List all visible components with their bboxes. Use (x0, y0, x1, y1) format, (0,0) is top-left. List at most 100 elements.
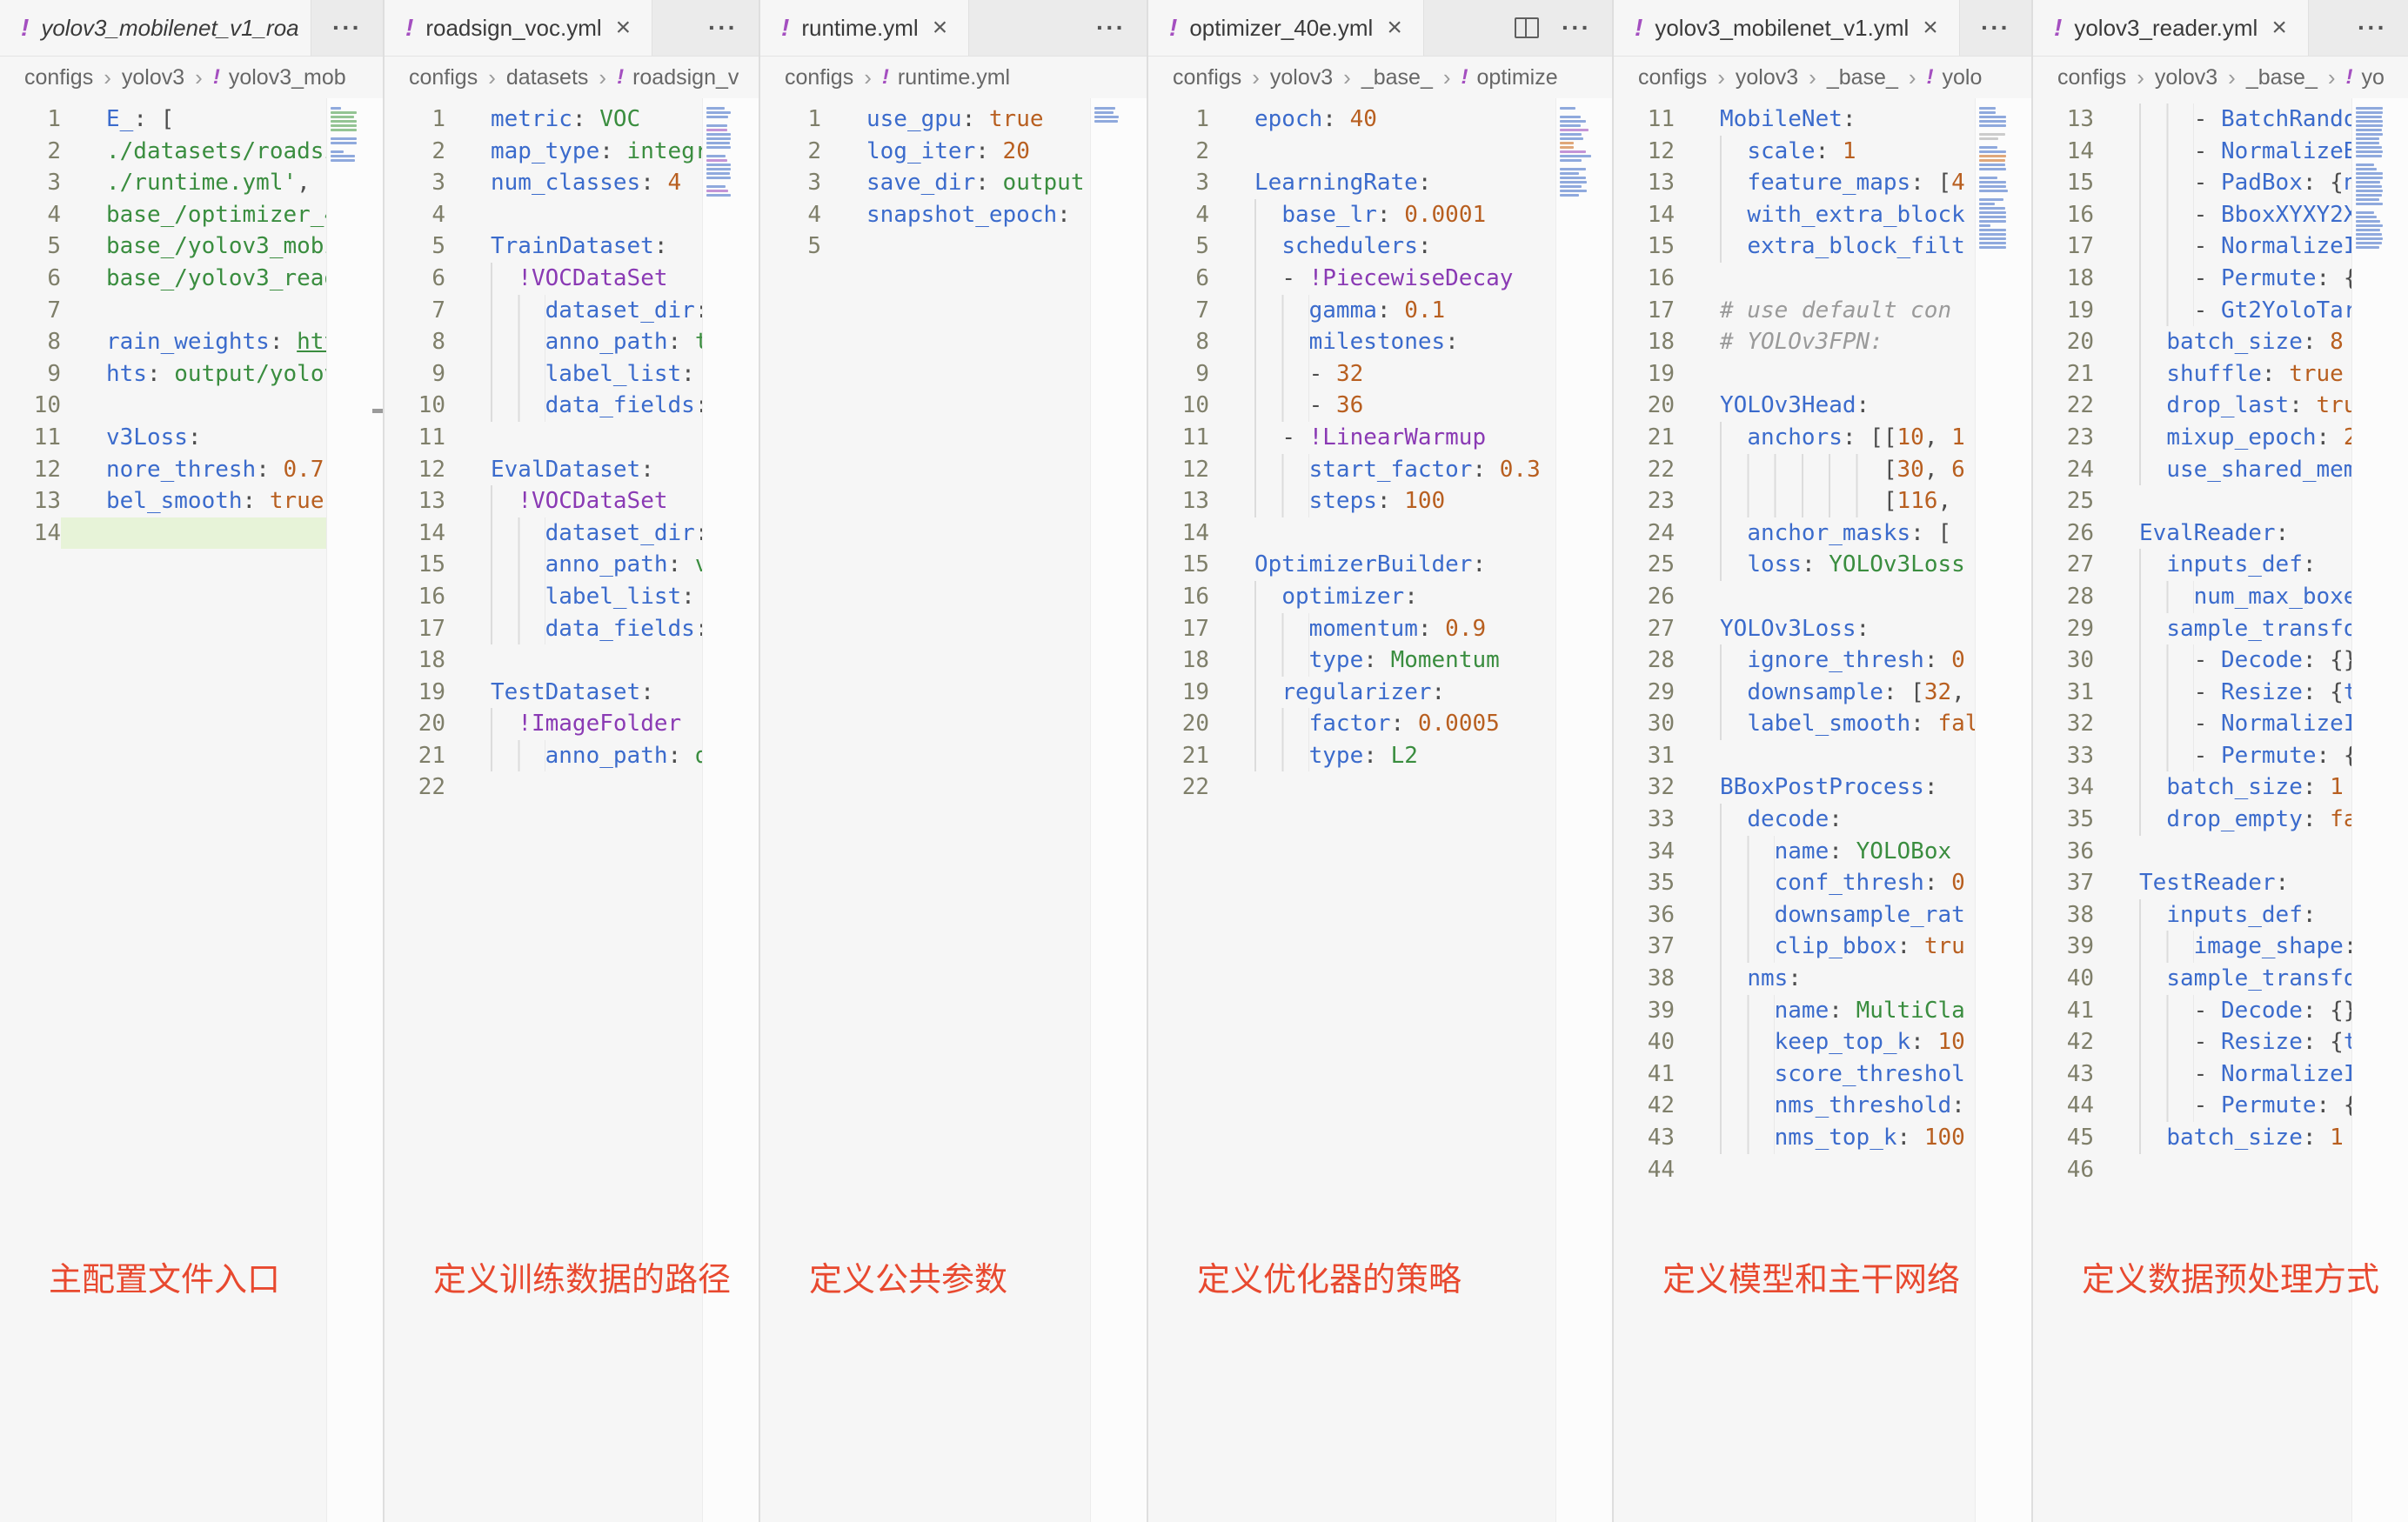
minimap-line (1560, 194, 1579, 197)
more-actions-icon[interactable]: ··· (332, 14, 362, 42)
token: { (2330, 679, 2344, 705)
minimap[interactable] (702, 98, 759, 1522)
minimap[interactable] (1090, 98, 1147, 1522)
line-number: 40 (2033, 963, 2094, 995)
indent-guide (2139, 804, 2166, 836)
tab-runtime[interactable]: !runtime.yml× (760, 0, 969, 56)
breadcrumb-item[interactable]: configs (24, 65, 93, 90)
line-number: 16 (1614, 263, 1675, 295)
breadcrumb-file[interactable]: yolov3_mob (229, 65, 346, 90)
token: schedulers (1281, 233, 1418, 259)
breadcrumb-file[interactable]: yo (2362, 65, 2385, 90)
token: gamma (1309, 297, 1377, 324)
tab-yolov3-reader[interactable]: !yolov3_reader.yml× (2033, 0, 2309, 56)
token: true (270, 488, 324, 514)
minimap-line (1979, 242, 2006, 244)
line-text: map_type: integr (445, 136, 702, 168)
code-line: 8rain_weights: htt (0, 326, 326, 358)
minimap[interactable] (1555, 98, 1612, 1522)
more-actions-icon[interactable]: ··· (2358, 14, 2387, 42)
token: : (1377, 202, 1404, 228)
line-text (2094, 485, 2351, 517)
breadcrumb-file[interactable]: optimize (1477, 65, 1558, 90)
code-area[interactable]: 1metric: VOC2map_type: integr3num_classe… (385, 98, 702, 1522)
breadcrumb-item[interactable]: configs (2057, 65, 2126, 90)
breadcrumb-item[interactable]: yolov3 (1736, 65, 1798, 90)
minimap-line (331, 111, 357, 114)
breadcrumb-file[interactable]: roadsign_v (632, 65, 739, 90)
tab-roadsign-voc[interactable]: !roadsign_voc.yml× (385, 0, 652, 56)
token: : (654, 233, 668, 259)
breadcrumb-item[interactable]: _base_ (1361, 65, 1433, 90)
line-text: anchors: [[10, 1 (1675, 422, 1975, 454)
minimap-line (1560, 198, 1612, 201)
breadcrumb-file[interactable]: yolo (1943, 65, 1983, 90)
breadcrumb-item[interactable]: configs (785, 65, 853, 90)
tab-yolov3-mobilenet-v1-roadsign[interactable]: !yolov3_mobilenet_v1_roa (0, 0, 311, 56)
indent-guide (2139, 581, 2194, 613)
code-line: 29 sample_transform (2033, 613, 2351, 645)
code-area[interactable]: 1E_: [2./datasets/roadsi3./runtime.yml',… (0, 98, 326, 1522)
code-area[interactable]: 1use_gpu: true2log_iter: 203save_dir: ou… (760, 98, 1090, 1522)
code-line: 39 name: MultiCla (1614, 995, 1975, 1027)
breadcrumb-item[interactable]: datasets (506, 65, 589, 90)
breadcrumb-item[interactable]: configs (1173, 65, 1241, 90)
minimap[interactable] (326, 98, 383, 1522)
minimap-line (706, 194, 731, 197)
token: with_extra_block (1747, 202, 1964, 228)
minimap-line (1979, 129, 2031, 131)
minimap-line (1979, 198, 2003, 201)
token: score_threshol (1775, 1061, 1965, 1087)
token: : (695, 297, 702, 324)
code-area[interactable]: 1epoch: 4023LearningRate:4 base_lr: 0.00… (1148, 98, 1555, 1522)
code-line: 35 drop_empty: fals (2033, 804, 2351, 836)
breadcrumb-item[interactable]: yolov3 (1270, 65, 1333, 90)
sash-handle[interactable] (372, 409, 385, 413)
code-line: 37 clip_bbox: tru (1614, 931, 1975, 963)
breadcrumb-file[interactable]: runtime.yml (898, 65, 1010, 90)
close-icon[interactable]: × (933, 13, 948, 43)
line-number: 2 (385, 136, 445, 168)
token: : (147, 361, 174, 387)
code-area[interactable]: 13 - BatchRandomR14 - NormalizeBox15 - P… (2033, 98, 2351, 1522)
breadcrumb-item[interactable]: configs (409, 65, 478, 90)
line-text: MobileNet: (1675, 103, 1975, 136)
line-number: 31 (2033, 677, 2094, 709)
more-actions-icon[interactable]: ··· (708, 14, 738, 42)
split-editor-icon[interactable] (1515, 17, 1539, 38)
code-line: 17 - NormalizeIma (2033, 230, 2351, 263)
more-actions-icon[interactable]: ··· (1981, 14, 2010, 42)
close-icon[interactable]: × (2271, 13, 2287, 43)
breadcrumb-item[interactable]: yolov3 (122, 65, 184, 90)
token: data_fields (545, 392, 695, 418)
code-line: 4 base_lr: 0.0001 (1148, 199, 1555, 231)
token: 0.0005 (1418, 711, 1500, 737)
breadcrumb-item[interactable]: _base_ (2246, 65, 2318, 90)
token: integr (627, 138, 702, 164)
code-line: 27YOLOv3Loss: (1614, 613, 1975, 645)
breadcrumb-item[interactable]: configs (1638, 65, 1707, 90)
tab-yolov3-mobilenet-v1[interactable]: !yolov3_mobilenet_v1.yml× (1614, 0, 1960, 56)
breadcrumb-item[interactable]: yolov3 (2155, 65, 2217, 90)
code-area[interactable]: 11MobileNet:12 scale: 113 feature_maps: … (1614, 98, 1975, 1522)
token: : (2303, 1029, 2330, 1055)
more-actions-icon[interactable]: ··· (1562, 14, 1591, 42)
minimap[interactable] (2351, 98, 2408, 1522)
line-number: 30 (1614, 708, 1675, 740)
line-text (1675, 358, 1975, 391)
close-icon[interactable]: × (1923, 13, 1938, 43)
more-actions-icon[interactable]: ··· (1096, 14, 1126, 42)
line-number: 14 (0, 517, 61, 550)
line-number: 7 (0, 295, 61, 327)
code-line: 34 name: YOLOBox (1614, 836, 1975, 868)
close-icon[interactable]: × (1387, 13, 1402, 43)
tab-optimizer-40e[interactable]: !optimizer_40e.yml× (1148, 0, 1424, 56)
close-icon[interactable]: × (616, 13, 632, 43)
code-line: 46 (2033, 1154, 2351, 1186)
minimap[interactable] (1975, 98, 2031, 1522)
tab-label: yolov3_reader.yml (2074, 15, 2258, 42)
indent-guide (1720, 549, 1747, 581)
breadcrumb-item[interactable]: _base_ (1827, 65, 1898, 90)
minimap-line (331, 120, 357, 123)
token: sample_transform (2166, 616, 2351, 642)
